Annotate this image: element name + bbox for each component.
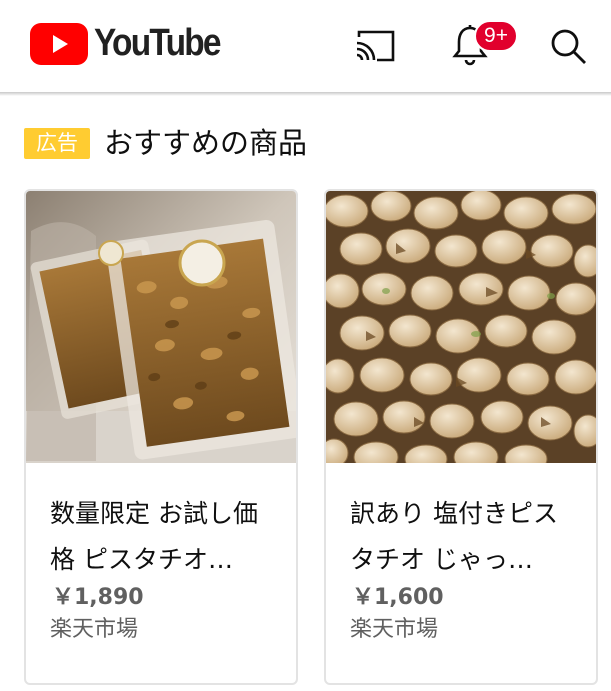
ad-badge: 広告: [24, 128, 90, 159]
product-card[interactable]: 訳あり 塩付きピスタチオ じゃっ… ￥1,600 楽天市場: [324, 189, 598, 685]
product-price: ￥1,890: [52, 585, 144, 610]
product-price: ￥1,600: [352, 585, 444, 610]
product-seller: 楽天市場: [50, 617, 139, 642]
youtube-logo-icon: [30, 22, 88, 65]
youtube-logo[interactable]: YouTube: [30, 22, 237, 65]
product-seller: 楽天市場: [350, 617, 439, 642]
header-divider: [0, 92, 611, 96]
section-title: おすすめの商品: [104, 126, 308, 160]
logo-text: YouTube: [94, 22, 222, 64]
product-title[interactable]: 訳あり 塩付きピスタチオ じゃっ…: [350, 491, 582, 583]
notification-badge: 9+: [474, 20, 518, 52]
app-header: YouTube 9+: [0, 0, 611, 92]
product-title[interactable]: 数量限定 お試し価格 ピスタチオ…: [50, 491, 282, 583]
product-thumbnail[interactable]: [326, 191, 596, 463]
product-card[interactable]: 数量限定 お試し価格 ピスタチオ… ￥1,890 楽天市場: [24, 189, 298, 685]
search-icon[interactable]: [544, 22, 592, 70]
product-thumbnail[interactable]: [26, 191, 296, 463]
cast-icon[interactable]: [351, 22, 399, 70]
